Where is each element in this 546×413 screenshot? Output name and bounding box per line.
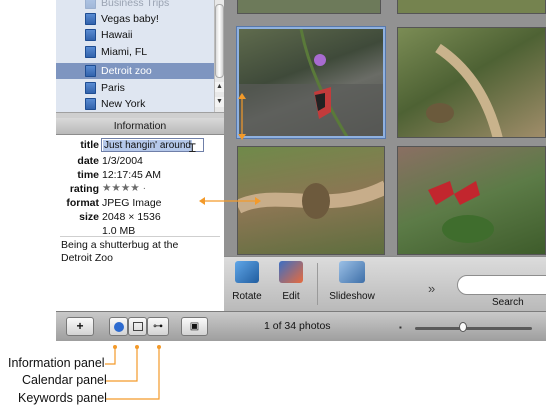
information-panel-button[interactable] [109,317,128,336]
bottom-bar: + ⊶ ▣ 1 of 34 photos ▪ [56,311,546,341]
butterfly-photo [239,29,383,136]
date-value: 1/3/2004 [102,155,143,167]
information-panel: title Just hangin' around Ɪ date 1/3/200… [56,135,224,311]
photo-thumbnail[interactable] [237,0,381,14]
rotate-label: Rotate [232,291,262,302]
calendar-callout-line [105,348,138,382]
information-callout-line [105,348,116,365]
title-key: title [80,139,99,151]
search-label: Search [492,297,524,308]
callout-dot [113,345,117,349]
album-label: Detroit zoo [101,65,152,77]
date-key: date [77,155,99,167]
album-label: Hawaii [101,29,133,41]
album-item-selected[interactable]: Detroit zoo [56,63,214,79]
scroll-down-icon[interactable]: ▼ [215,97,224,107]
rotate-icon [235,261,259,283]
divider [60,236,220,237]
time-value: 12:17:45 AM [102,169,161,181]
photo-thumbnail[interactable] [237,146,385,255]
information-panel-callout: Information panel [8,356,105,370]
format-value: JPEG Image [102,197,162,209]
album-icon [85,13,96,25]
toolbar-divider [317,263,318,305]
slideshow-icon [339,261,365,283]
photo-count: 1 of 34 photos [264,320,331,332]
butterfly-photo [428,181,494,243]
scrollbar-thumb[interactable] [215,4,224,78]
title-value[interactable]: Just hangin' around [103,140,192,151]
rating-stars[interactable]: ★★★★ · [102,182,146,194]
edit-button[interactable]: Edit [271,261,311,302]
photo-viewing-area [224,0,546,256]
keywords-callout-line [105,348,160,400]
information-header: Information [56,118,224,135]
butterfly-photo [238,180,384,219]
album-item[interactable]: Miami, FL [56,44,214,60]
keywords-panel-callout: Keywords panel [18,391,107,405]
calendar-panel-button[interactable] [128,317,147,336]
album-item[interactable]: Hawaii [56,27,214,43]
album-label: Paris [101,82,125,94]
toolbar-overflow-icon[interactable]: » [428,281,435,296]
edit-icon [279,261,303,283]
scroll-up-icon[interactable]: ▲ [215,82,224,92]
photo-thumbnail[interactable] [397,0,546,14]
info-icon [113,322,124,332]
calendar-icon [132,322,143,331]
album-icon [85,65,96,77]
album-icon [85,46,96,58]
album-icon [85,29,96,41]
iphoto-window: Business Trips Vegas baby! Hawaii Miami,… [56,0,546,341]
album-label: New York [101,98,146,110]
size-value: 2048 × 1536 [102,211,161,223]
search-field[interactable] [457,275,546,295]
fullscreen-button[interactable]: ▣ [181,317,208,336]
callout-dot [157,345,161,349]
album-icon [85,98,96,110]
add-album-button[interactable]: + [66,317,94,336]
keywords-panel-button[interactable]: ⊶ [147,317,169,336]
slider-knob[interactable] [459,322,467,332]
album-item[interactable]: New York [56,96,214,112]
key-icon: ⊶ [153,321,163,332]
size-key: size [79,211,99,223]
album-icon [85,82,96,94]
small-size-icon: ▪ [399,323,402,332]
source-list: Business Trips Vegas baby! Hawaii Miami,… [56,0,214,112]
album-item[interactable]: Business Trips [56,0,214,11]
edit-label: Edit [282,291,300,302]
calendar-panel-callout: Calendar panel [22,373,107,387]
album-label: Miami, FL [101,46,148,58]
thumbnail-size-slider[interactable] [415,327,532,330]
slideshow-button[interactable]: Slideshow [326,261,378,302]
fullscreen-icon: ▣ [189,321,200,332]
photo-thumbnail[interactable] [397,146,546,255]
photo-thumbnail[interactable] [397,27,546,138]
comments-field[interactable]: Being a shutterbug at the Detroit Zoo [61,239,211,265]
photo-toolbar: Rotate Edit Slideshow » Search [224,256,546,312]
format-key: format [66,197,99,209]
album-label: Vegas baby! [101,13,159,25]
butterfly-photo [426,43,503,137]
album-label: Business Trips [101,0,170,9]
photo-thumbnail-selected[interactable] [237,27,385,138]
album-item[interactable]: Paris [56,80,214,96]
slideshow-label: Slideshow [329,291,375,302]
time-key: time [77,169,99,181]
album-item[interactable]: Vegas baby! [56,11,214,27]
rating-key: rating [69,183,99,195]
rotate-button[interactable]: Rotate [227,261,267,302]
callout-dot [135,345,139,349]
album-icon [85,0,96,9]
text-cursor-icon: Ɪ [189,141,196,155]
